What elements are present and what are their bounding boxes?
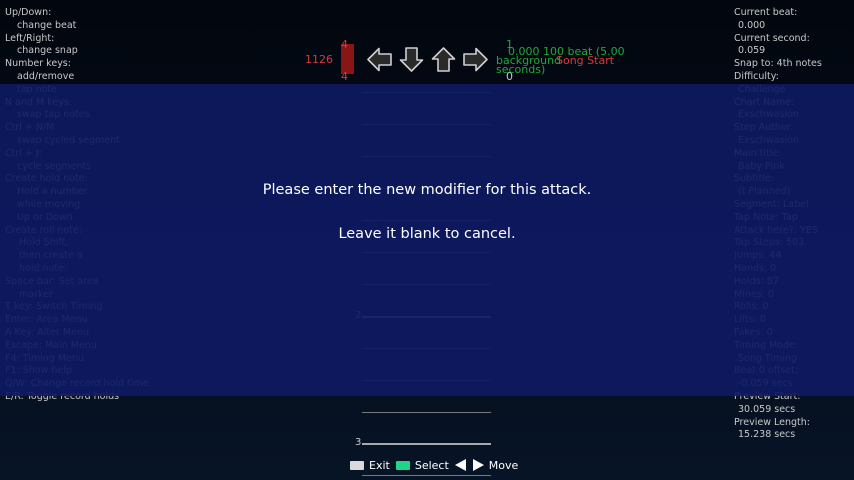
info-value: 15.238 secs — [738, 429, 796, 441]
info-label: Difficulty: — [734, 70, 779, 82]
seconds-label: seconds) — [496, 63, 546, 76]
beat-line — [362, 475, 491, 476]
right-arrow-icon — [472, 459, 484, 471]
receptor-down-arrow-icon — [399, 47, 424, 72]
info-label: Current beat: — [734, 7, 798, 18]
modal-cancel-hint: Leave it blank to cancel. — [338, 226, 516, 242]
bpm-left-one: 1 — [305, 53, 312, 66]
receptor-up-arrow-icon — [431, 47, 456, 72]
info-value: 30.059 secs — [738, 403, 796, 415]
help-line: change beat — [17, 19, 77, 31]
help-line: Left/Right: — [5, 32, 55, 44]
receptor-row — [364, 44, 494, 76]
modal-overlay: Please enter the new modifier for this a… — [0, 84, 854, 396]
beat-line-major — [362, 443, 491, 445]
info-value: 0.000 — [738, 19, 766, 31]
help-line: Up/Down: — [5, 7, 52, 18]
stop-bottom-label: 4 — [341, 70, 348, 83]
song-start-label: Song Start — [556, 54, 615, 67]
receptor-left-arrow-icon — [367, 47, 392, 72]
info-label: Preview Length: — [734, 416, 810, 428]
modal-prompt: Please enter the new modifier for this a… — [262, 182, 592, 198]
exit-label[interactable]: Exit — [369, 459, 390, 472]
help-line: Number keys: — [5, 58, 71, 70]
stop-top-label: 4 — [341, 38, 348, 51]
footer-controls: Exit Select Move — [350, 458, 524, 472]
select-label[interactable]: Select — [415, 459, 449, 472]
exit-key-icon — [350, 460, 364, 470]
move-label[interactable]: Move — [489, 459, 519, 472]
help-line: add/remove — [17, 70, 75, 82]
beat-line — [362, 412, 491, 413]
select-key-icon — [395, 460, 410, 470]
left-arrow-icon — [454, 459, 466, 471]
left-right-arrows-icon — [454, 459, 484, 471]
help-line: change snap — [17, 45, 78, 57]
bpm-value-label: 126 — [312, 53, 333, 66]
info-label: Snap to: 4th notes — [734, 58, 822, 70]
info-label: Current second: — [734, 32, 810, 44]
beat-number: 3 — [355, 437, 362, 448]
info-value: 0.059 — [738, 45, 766, 57]
receptor-right-arrow-icon — [463, 47, 488, 72]
